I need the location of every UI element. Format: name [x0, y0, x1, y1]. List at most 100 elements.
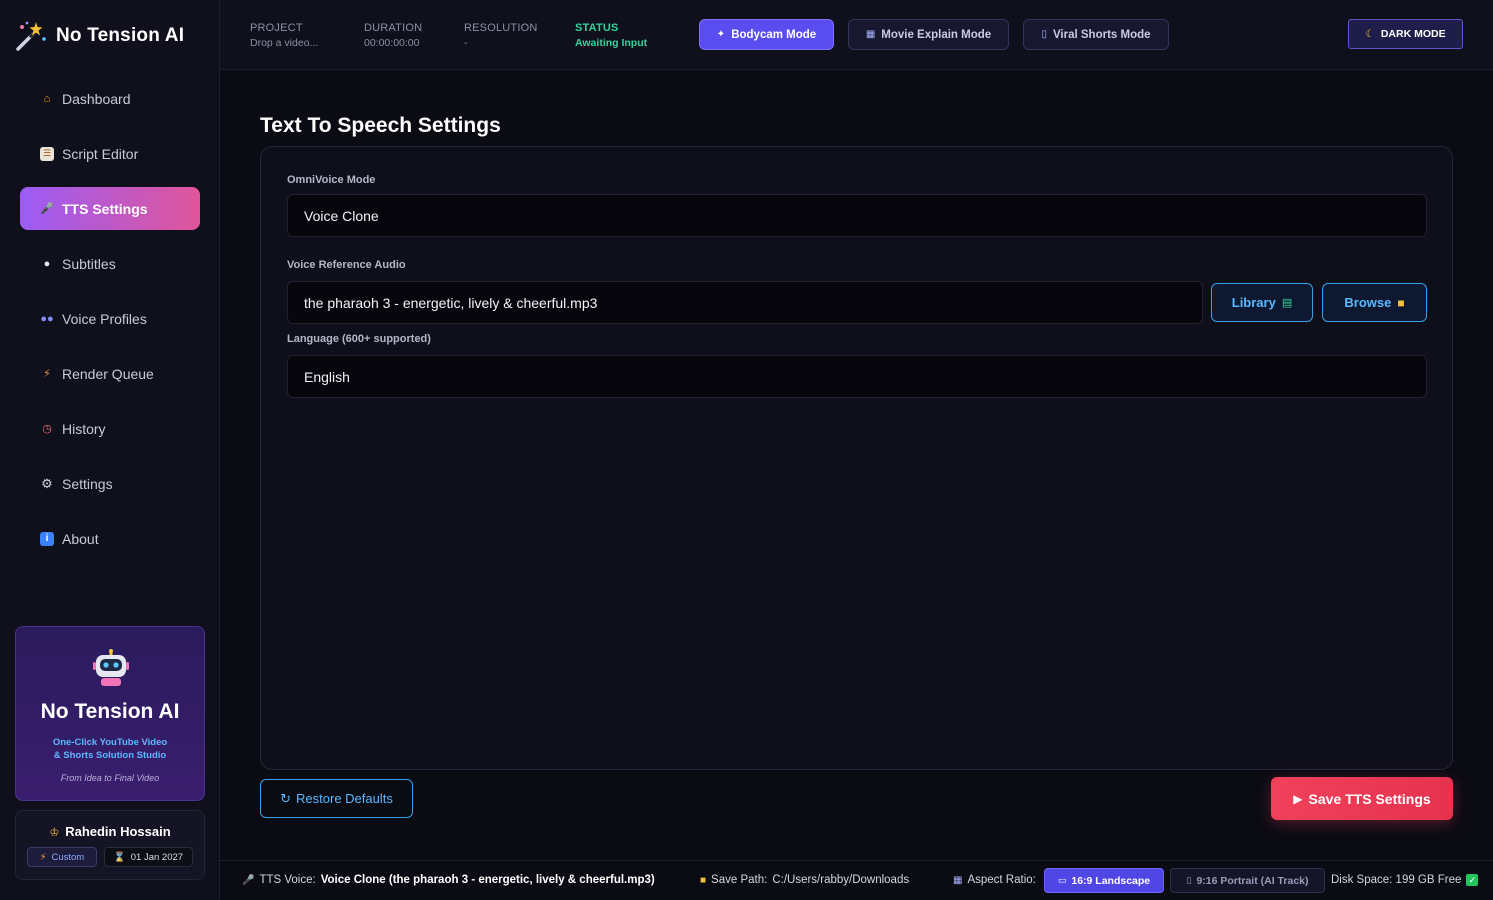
project-info: PROJECT Drop a video...: [250, 21, 318, 51]
tts-voice-label: TTS Voice:: [259, 874, 316, 886]
moon-icon: ☾: [1365, 28, 1375, 40]
status-bar: 🎤 TTS Voice: Voice Clone (the pharaoh 3 …: [220, 860, 1493, 900]
browse-button[interactable]: Browse ■: [1322, 283, 1427, 322]
phone-icon: ▯: [1186, 875, 1192, 885]
promo-subtitle-line: One-Click YouTube Video: [52, 737, 168, 748]
expiry-date: 01 Jan 2027: [130, 851, 184, 863]
tts-settings-panel: OmniVoice Mode Voice Clone Voice Referen…: [260, 146, 1453, 770]
aspect-option-label: 9:16 Portrait (AI Track): [1196, 874, 1309, 887]
sidebar-item-label: Render Queue: [62, 365, 154, 382]
restore-label: Restore Defaults: [296, 791, 393, 806]
duration-value: 00:00:00:00: [364, 37, 420, 49]
sidebar-item-render-queue[interactable]: ⚡ Render Queue: [20, 352, 200, 395]
microphone-icon: 🎤: [40, 203, 54, 215]
sidebar-item-history[interactable]: ◷ History: [20, 407, 200, 450]
mode-label: Movie Explain Mode: [881, 28, 992, 41]
speech-bubble-icon: ●: [43, 257, 51, 270]
lightning-icon: ⚡: [39, 851, 47, 863]
promo-title: No Tension AI: [40, 700, 180, 723]
viral-shorts-mode-button[interactable]: ▯ Viral Shorts Mode: [1023, 19, 1169, 50]
lightning-icon: ⚡: [43, 368, 51, 380]
sidebar-item-label: Subtitles: [62, 255, 116, 272]
save-tts-settings-button[interactable]: ▶ Save TTS Settings: [1271, 777, 1453, 820]
omnivoice-mode-label: OmniVoice Mode: [287, 174, 376, 186]
voice-reference-input[interactable]: the pharaoh 3 - energetic, lively & chee…: [287, 281, 1203, 324]
user-name-row: ♔ Rahedin Hossain: [16, 824, 204, 839]
sidebar-item-tts-settings[interactable]: 🎤 TTS Settings: [20, 187, 200, 230]
promo-tagline: From Idea to Final Video: [60, 773, 160, 783]
duration-info: DURATION 00:00:00:00: [364, 21, 422, 51]
library-label: Library: [1231, 295, 1276, 310]
promo-card: No Tension AI One-Click YouTube Video & …: [15, 626, 205, 801]
project-label: PROJECT: [250, 22, 303, 34]
sidebar-item-subtitles[interactable]: ● Subtitles: [20, 242, 200, 285]
monitor-icon: ▭: [1057, 875, 1067, 885]
dark-mode-button[interactable]: ☾ DARK MODE: [1348, 19, 1463, 49]
sidebar-item-voice-profiles[interactable]: ●● Voice Profiles: [20, 297, 200, 340]
microphone-icon: 🎤: [242, 874, 255, 886]
sidebar-item-label: Dashboard: [62, 90, 131, 107]
aspect-ratio-label: Aspect Ratio:: [967, 874, 1036, 886]
sidebar-item-script-editor[interactable]: ☰ Script Editor: [20, 132, 200, 175]
user-name: Rahedin Hossain: [65, 824, 171, 839]
expiry-badge: ⌛ 01 Jan 2027: [104, 847, 193, 867]
voice-reference-value: the pharaoh 3 - energetic, lively & chee…: [304, 294, 598, 311]
resolution-value: -: [464, 37, 468, 49]
satellite-icon: ✦: [716, 29, 726, 40]
restore-defaults-button[interactable]: ↻ Restore Defaults: [260, 779, 413, 818]
people-icon: ●●: [40, 312, 54, 325]
omnivoice-mode-value: Voice Clone: [304, 207, 379, 224]
checkmark-icon: ✓: [1466, 874, 1479, 886]
resolution-info: RESOLUTION -: [464, 21, 538, 51]
books-icon: ▤: [1281, 297, 1293, 309]
play-icon: ▶: [1293, 791, 1303, 806]
aspect-option-label: 16:9 Landscape: [1071, 874, 1151, 887]
folder-icon: ■: [1397, 295, 1405, 310]
user-card[interactable]: ♔ Rahedin Hossain ⚡ Custom ⌛ 01 Jan 2027: [15, 810, 205, 880]
document-icon: ☰: [40, 146, 54, 161]
crown-icon: ♔: [49, 827, 60, 839]
duration-label: DURATION: [364, 22, 423, 34]
info-icon: i: [40, 531, 54, 546]
house-icon: ⌂: [43, 92, 51, 105]
robot-icon: [93, 649, 129, 686]
aspect-ratio-label-group: ▦ Aspect Ratio:: [953, 874, 1036, 886]
sidebar-nav: ⌂ Dashboard ☰ Script Editor 🎤 TTS Settin…: [20, 77, 200, 572]
library-button[interactable]: Library ▤: [1211, 283, 1313, 322]
phone-icon: ▯: [1041, 29, 1047, 40]
save-label: Save TTS Settings: [1308, 790, 1431, 807]
brand[interactable]: No Tension AI: [14, 18, 184, 54]
omnivoice-mode-select[interactable]: Voice Clone: [287, 194, 1427, 237]
page-title: Text To Speech Settings: [260, 114, 501, 137]
status-info: STATUS Awaiting Input: [575, 21, 647, 51]
voice-reference-label: Voice Reference Audio: [287, 259, 406, 271]
sidebar-item-label: Voice Profiles: [62, 310, 147, 327]
plan-name: Custom: [51, 851, 85, 863]
aspect-landscape-button[interactable]: ▭ 16:9 Landscape: [1044, 868, 1164, 893]
status-value: Awaiting Input: [575, 37, 648, 49]
top-bar: PROJECT Drop a video... DURATION 00:00:0…: [220, 0, 1493, 70]
sidebar-item-label: TTS Settings: [62, 200, 148, 217]
gear-icon: ⚙: [41, 475, 53, 491]
sidebar-item-settings[interactable]: ⚙ Settings: [20, 462, 200, 505]
folder-icon: ■: [700, 874, 707, 886]
mode-label: Viral Shorts Mode: [1052, 28, 1151, 41]
app-name: No Tension AI: [56, 25, 185, 46]
aspect-portrait-button[interactable]: ▯ 9:16 Portrait (AI Track): [1170, 868, 1325, 893]
disk-space-text: Disk Space: 199 GB Free: [1331, 874, 1462, 886]
dark-mode-label: DARK MODE: [1380, 28, 1446, 40]
plan-badge: ⚡ Custom: [27, 847, 97, 867]
bodycam-mode-button[interactable]: ✦ Bodycam Mode: [699, 19, 834, 50]
project-value: Drop a video...: [250, 37, 319, 49]
sidebar-item-label: History: [62, 420, 106, 437]
sidebar-item-dashboard[interactable]: ⌂ Dashboard: [20, 77, 200, 120]
tts-voice-status: 🎤 TTS Voice: Voice Clone (the pharaoh 3 …: [242, 874, 655, 886]
status-label: STATUS: [575, 22, 619, 34]
refresh-icon: ↻: [280, 790, 292, 806]
resolution-label: RESOLUTION: [464, 22, 538, 34]
mode-label: Bodycam Mode: [731, 28, 817, 41]
sidebar-item-about[interactable]: i About: [20, 517, 200, 560]
sidebar: No Tension AI ⌂ Dashboard ☰ Script Edito…: [0, 0, 220, 900]
movie-explain-mode-button[interactable]: ▦ Movie Explain Mode: [848, 19, 1009, 50]
language-select[interactable]: English: [287, 355, 1427, 398]
